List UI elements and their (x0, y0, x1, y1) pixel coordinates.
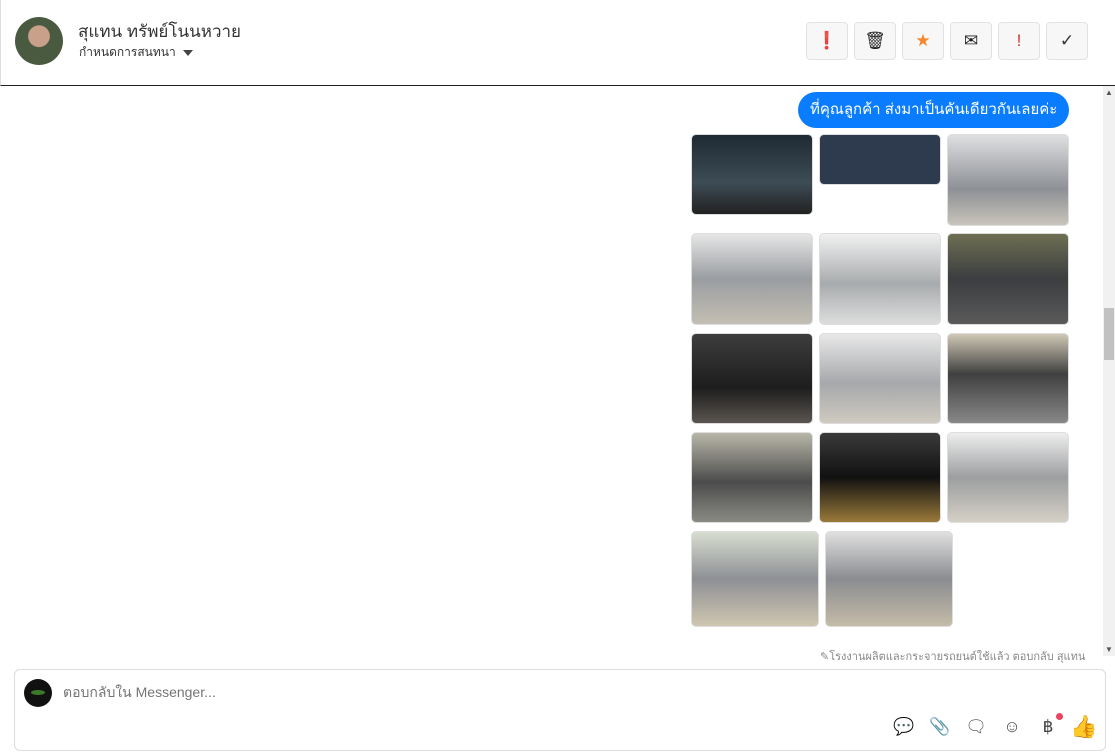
photo-rear-seats[interactable] (947, 233, 1069, 325)
photo-side-view[interactable] (819, 233, 941, 325)
scrollbar-thumb[interactable] (1104, 308, 1114, 360)
photo-front-view[interactable] (947, 134, 1069, 226)
photo-front-three-quarter[interactable] (691, 233, 813, 325)
trash-icon: 🗑 (864, 31, 886, 50)
photo-dashboard[interactable] (691, 134, 813, 215)
sent-by-text: โรงงานผลิตและกระจายรถยนต์ใช้แล้ว ตอบกลับ… (829, 651, 1086, 663)
conversation-schedule-dropdown[interactable]: กำหนดการสนทนา (79, 43, 193, 62)
report-icon: ❗ (816, 31, 838, 50)
scrollbar[interactable]: ▲ ▼ (1103, 86, 1115, 656)
chat-bubble-icon[interactable]: 🗨 (965, 716, 987, 738)
star-icon: ★ (915, 31, 931, 50)
photo-rear-view[interactable] (947, 432, 1069, 523)
check-icon: ✓ (1059, 31, 1075, 50)
page-avatar (24, 679, 52, 707)
photo-vehicle-info-document[interactable] (819, 134, 941, 185)
notification-dot (1056, 713, 1063, 720)
sent-by-note: ✎โรงงานผลิตและกระจายรถยนต์ใช้แล้ว ตอบกลั… (820, 651, 1086, 663)
check-button[interactable]: ✓ (1046, 22, 1088, 60)
thumbs-up-icon[interactable]: 👍 (1070, 714, 1097, 739)
mail-icon: ✉ (963, 31, 979, 50)
emoji-icon[interactable]: ☺ (1001, 716, 1023, 738)
saved-reply-icon[interactable]: 💬 (893, 716, 915, 738)
photo-wheel[interactable] (819, 432, 941, 523)
photo-interior-driver[interactable] (691, 432, 813, 523)
photo-rear-three-quarter[interactable] (819, 333, 941, 424)
schedule-label: กำหนดการสนทนา (79, 45, 176, 59)
reply-input[interactable] (63, 684, 763, 700)
scroll-down-icon[interactable]: ▼ (1105, 645, 1113, 654)
important-button[interactable]: ! (998, 22, 1040, 60)
contact-name[interactable]: สุแทน ทรัพย์โนนหวาย (78, 18, 241, 45)
star-button[interactable]: ★ (902, 22, 944, 60)
caret-down-icon (182, 49, 193, 56)
photo-front-three-quarter-2[interactable] (825, 531, 953, 627)
photo-rear-three-quarter-2[interactable] (691, 531, 819, 627)
mail-button[interactable]: ✉ (950, 22, 992, 60)
contact-avatar[interactable] (15, 17, 63, 65)
scroll-up-icon[interactable]: ▲ (1105, 88, 1113, 97)
reply-composer: 💬 📎 🗨 ☺ ฿ 👍 (14, 669, 1106, 751)
important-icon: ! (1016, 31, 1022, 50)
attach-icon[interactable]: 📎 (929, 716, 951, 738)
trash-button[interactable]: 🗑 (854, 22, 896, 60)
message-bubble: ที่คุณลูกค้า ส่งมาเป็นคันเดียวกันเลยค่ะ (798, 92, 1070, 128)
report-button[interactable]: ❗ (806, 22, 848, 60)
photo-gear-shift[interactable] (691, 333, 813, 424)
payment-baht-icon[interactable]: ฿ (1037, 713, 1063, 738)
conversation-header: สุแทน ทรัพย์โนนหวาย กำหนดการสนทนา ❗ 🗑 ★ ✉! ✓ (0, 0, 1115, 86)
photo-steering-wheel[interactable] (947, 333, 1069, 424)
